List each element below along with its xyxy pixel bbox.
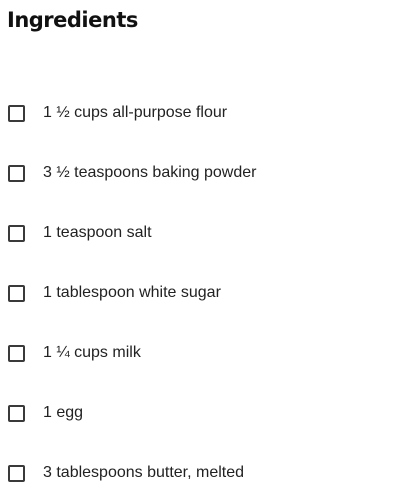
ingredient-checkbox[interactable] <box>8 404 25 422</box>
ingredient-label: 1 tablespoon white sugar <box>43 284 221 301</box>
ingredient-item-egg[interactable]: 1 egg <box>8 403 83 423</box>
ingredient-item-salt[interactable]: 1 teaspoon salt <box>8 223 152 243</box>
ingredient-label: 3 tablespoons butter, melted <box>43 464 245 481</box>
ingredient-checkbox[interactable] <box>8 164 25 182</box>
ingredient-checkbox[interactable] <box>8 224 25 242</box>
ingredient-label: 1 egg <box>43 404 84 421</box>
ingredient-item-sugar[interactable]: 1 tablespoon white sugar <box>8 283 221 303</box>
ingredient-item-baking-powder[interactable]: 3 ½ teaspoons baking powder <box>8 163 256 183</box>
ingredient-item-milk[interactable]: 1 ¼ cups milk <box>8 343 141 363</box>
ingredient-item-flour[interactable]: 1 ½ cups all-purpose flour <box>8 103 227 123</box>
ingredient-label: 1 teaspoon salt <box>43 224 152 241</box>
ingredient-label: 3 ½ teaspoons baking powder <box>43 164 257 181</box>
ingredient-checkbox[interactable] <box>8 344 25 362</box>
ingredient-checkbox[interactable] <box>8 464 25 482</box>
ingredients-panel: Ingredients 1 ½ cups all-purpose flour 3… <box>0 0 400 494</box>
ingredient-checkbox[interactable] <box>8 284 25 302</box>
ingredient-checkbox[interactable] <box>8 104 25 122</box>
page-title: Ingredients <box>7 8 138 32</box>
ingredient-label: 1 ¼ cups milk <box>43 344 141 361</box>
ingredient-label: 1 ½ cups all-purpose flour <box>43 104 228 121</box>
ingredient-item-butter[interactable]: 3 tablespoons butter, melted <box>8 463 244 483</box>
